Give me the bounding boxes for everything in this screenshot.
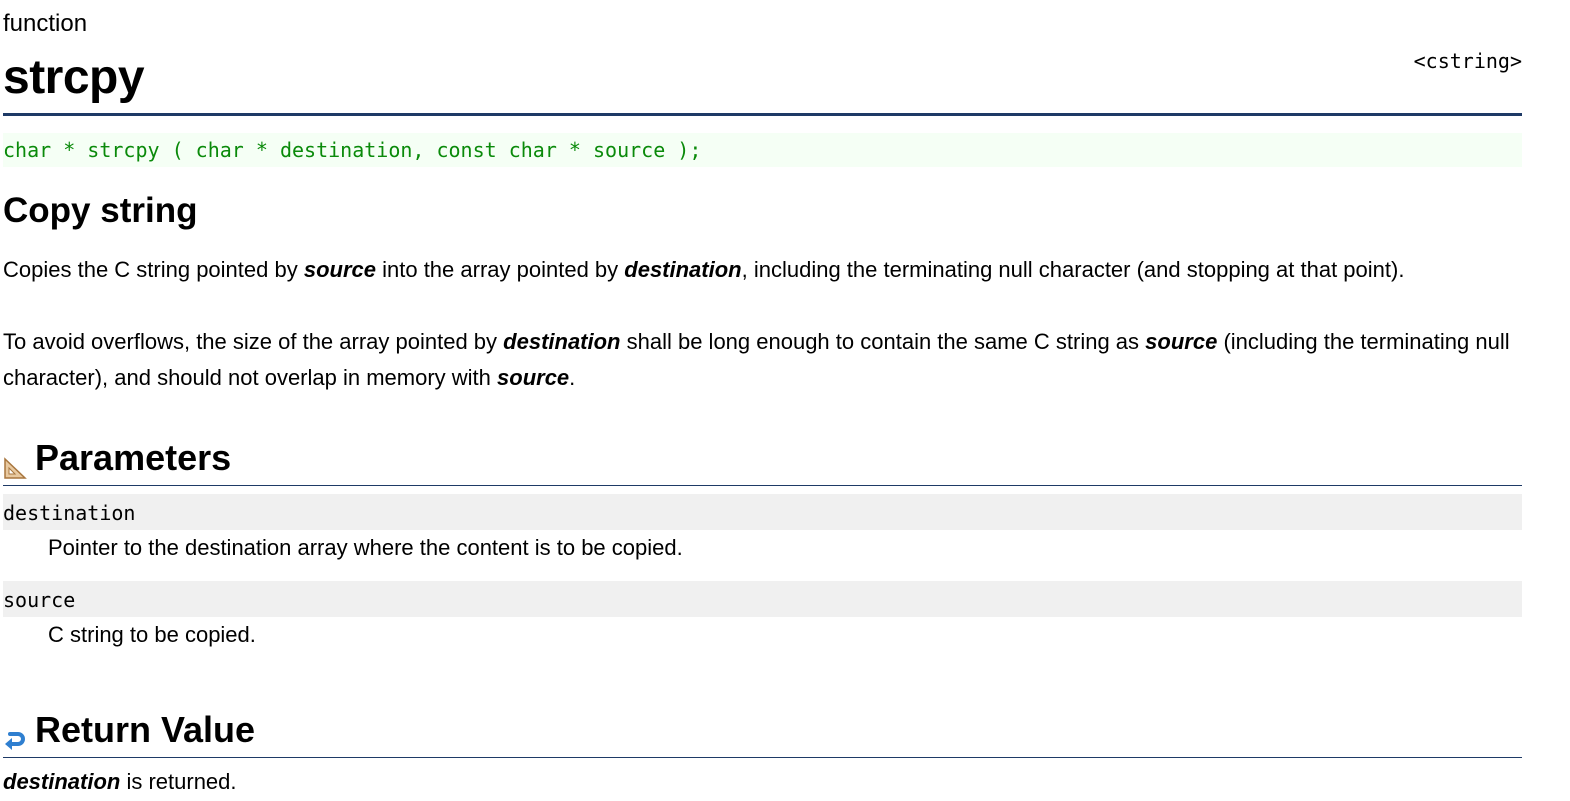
param-reference: destination xyxy=(503,329,621,354)
text-run: into the array pointed by xyxy=(376,257,625,282)
param-name-destination: destination xyxy=(3,494,1522,530)
page-title: strcpy xyxy=(3,51,145,104)
text-run: is returned. xyxy=(120,769,237,794)
entry-kind: function xyxy=(3,10,88,37)
text-run: Copies the C string pointed by xyxy=(3,257,304,282)
description-paragraph-2: To avoid overflows, the size of the arra… xyxy=(3,324,1522,396)
param-name-source: source xyxy=(3,581,1522,617)
function-subtitle: Copy string xyxy=(3,191,198,230)
function-prototype: char * strcpy ( char * destination, cons… xyxy=(3,133,1522,167)
text-run: , including the terminating null charact… xyxy=(741,257,1405,282)
header-link[interactable]: <cstring> xyxy=(1414,48,1522,74)
description-paragraph-1: Copies the C string pointed by source in… xyxy=(3,252,1522,288)
text-run: To avoid overflows, the size of the arra… xyxy=(3,329,504,354)
param-reference: source xyxy=(1145,329,1218,354)
text-run: . xyxy=(569,365,576,390)
param-reference: source xyxy=(303,257,376,282)
param-reference: destination xyxy=(624,257,742,282)
return-arrow-icon xyxy=(3,718,27,750)
return-value-divider xyxy=(3,757,1522,758)
text-run: shall be long enough to contain the same… xyxy=(620,329,1146,354)
param-description-source: C string to be copied. xyxy=(48,622,256,647)
parameters-heading: Parameters xyxy=(3,436,231,480)
return-value-description: destination is returned. xyxy=(3,766,237,798)
return-value-heading-label: Return Value xyxy=(35,709,256,750)
return-value-heading: Return Value xyxy=(3,708,255,752)
param-description-destination: Pointer to the destination array where t… xyxy=(48,535,683,560)
param-reference: destination xyxy=(3,769,121,794)
title-divider xyxy=(3,113,1522,116)
param-reference: source xyxy=(497,365,570,390)
parameters-divider xyxy=(3,485,1522,486)
parameters-heading-label: Parameters xyxy=(35,437,232,478)
set-square-icon xyxy=(3,446,27,479)
